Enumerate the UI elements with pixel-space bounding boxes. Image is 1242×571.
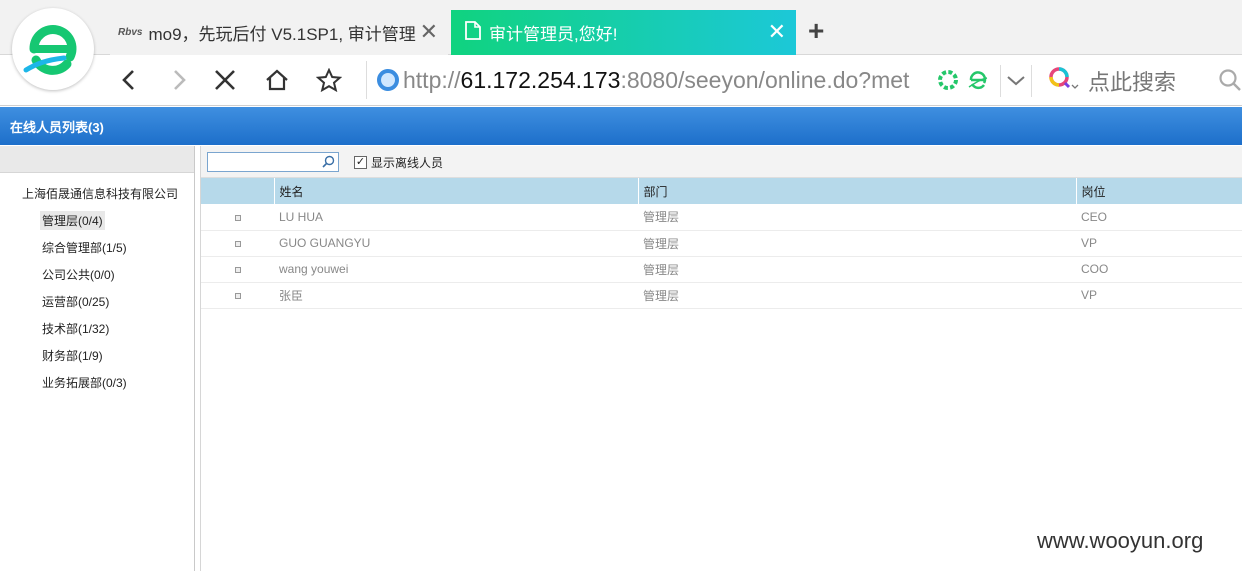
search-placeholder: 点此搜索	[1088, 70, 1177, 95]
accelerate-icon[interactable]	[937, 69, 959, 96]
search-engine-icon[interactable]	[1048, 65, 1080, 98]
tree-node-operations[interactable]: 运营部(0/25)	[40, 292, 111, 311]
cell-department: 管理层	[638, 282, 1076, 309]
column-header-department[interactable]: 部门	[638, 178, 1077, 204]
row-status-icon	[201, 230, 274, 257]
tab-title: mo9，先玩后付 V5.1SP1, 审计管理	[148, 25, 416, 44]
page-title-bar: 在线人员列表(3)	[0, 107, 1242, 145]
tree-node-finance[interactable]: 财务部(1/9)	[40, 346, 105, 365]
home-icon[interactable]	[260, 63, 294, 97]
org-tree-panel: 上海佰晟通信息科技有限公司 管理层(0/4) 综合管理部(1/5) 公司公共(0…	[0, 146, 195, 571]
row-status-icon	[201, 204, 274, 231]
tree-root-company[interactable]: 上海佰晟通信息科技有限公司	[22, 185, 178, 202]
search-icon[interactable]	[322, 155, 335, 173]
column-header-name[interactable]: 姓名	[274, 178, 639, 204]
column-header-icon[interactable]	[201, 178, 275, 204]
document-icon	[465, 20, 481, 45]
table-row[interactable]: LU HUA 管理层 CEO	[201, 204, 1242, 231]
browser-logo-icon	[12, 8, 94, 90]
watermark-text: www.wooyun.org	[1037, 528, 1204, 553]
table-row[interactable]: GUO GUANGYU 管理层 VP	[201, 230, 1242, 257]
close-icon[interactable]: ✕	[768, 21, 786, 43]
cell-name: GUO GUANGYU	[274, 230, 638, 257]
cell-department: 管理层	[638, 230, 1076, 257]
cell-name: 张臣	[274, 282, 638, 309]
back-icon[interactable]	[112, 63, 146, 97]
address-bar[interactable]: http://61.172.254.173:8080/seeyon/online…	[366, 61, 1002, 99]
online-users-panel: ✓ 显示离线人员 姓名 部门 岗位 LU HUA 管理层 CEO GUO GUA…	[200, 146, 1242, 571]
column-header-position[interactable]: 岗位	[1076, 178, 1242, 204]
close-icon[interactable]: ✕	[420, 21, 438, 43]
table-header-row: 姓名 部门 岗位	[201, 178, 1242, 204]
tree-node-management[interactable]: 管理层(0/4)	[40, 211, 105, 230]
tree-header	[0, 146, 194, 173]
new-tab-button[interactable]: +	[808, 16, 824, 46]
cell-position: COO	[1076, 256, 1242, 283]
row-status-icon	[201, 282, 274, 309]
online-users-table: 姓名 部门 岗位 LU HUA 管理层 CEO GUO GUANGYU 管理层 …	[201, 178, 1242, 309]
stop-icon[interactable]	[208, 63, 242, 97]
site-globe-icon	[377, 69, 399, 91]
user-search-input[interactable]	[207, 152, 339, 172]
url-text[interactable]: http://61.172.254.173:8080/seeyon/online…	[403, 67, 909, 94]
show-offline-label: 显示离线人员	[371, 156, 444, 170]
list-toolbar: ✓ 显示离线人员	[201, 146, 1242, 178]
forward-icon[interactable]	[162, 63, 196, 97]
star-icon[interactable]	[312, 63, 346, 97]
cell-department: 管理层	[638, 256, 1076, 283]
table-row[interactable]: 张臣 管理层 VP	[201, 282, 1242, 309]
browser-tab-2-active[interactable]: 审计管理员,您好! ✕	[451, 10, 796, 55]
browser-tab-bar: Rbvs mo9，先玩后付 V5.1SP1, 审计管理 ✕ 审计管理员,您好! …	[0, 0, 1242, 55]
cell-name: LU HUA	[274, 204, 638, 231]
browser-tab-1[interactable]: Rbvs mo9，先玩后付 V5.1SP1, 审计管理 ✕	[110, 10, 448, 55]
tree-node-technology[interactable]: 技术部(1/32)	[40, 319, 111, 338]
tree-node-public[interactable]: 公司公共(0/0)	[40, 265, 117, 284]
cell-position: VP	[1076, 230, 1242, 257]
show-offline-toggle[interactable]: ✓ 显示离线人员	[354, 154, 443, 171]
page-title: 在线人员列表(3)	[10, 119, 104, 135]
row-status-icon	[201, 256, 274, 283]
cell-name: wang youwei	[274, 256, 638, 283]
cell-department: 管理层	[638, 204, 1076, 231]
search-box[interactable]: 点此搜索	[1048, 64, 1242, 98]
tree-node-general-admin[interactable]: 综合管理部(1/5)	[40, 238, 129, 257]
show-offline-checkbox[interactable]: ✓	[354, 156, 367, 169]
cell-position: CEO	[1076, 204, 1242, 231]
search-icon[interactable]	[1218, 68, 1242, 97]
tab-favicon: Rbvs	[118, 27, 143, 38]
cell-position: VP	[1076, 282, 1242, 309]
chevron-down-icon[interactable]	[1000, 65, 1032, 97]
ie-compat-icon[interactable]	[967, 67, 989, 96]
tab-title: 审计管理员,您好!	[489, 25, 618, 44]
tree-node-business-dev[interactable]: 业务拓展部(0/3)	[40, 373, 129, 392]
browser-toolbar: http://61.172.254.173:8080/seeyon/online…	[0, 55, 1242, 106]
table-row[interactable]: wang youwei 管理层 COO	[201, 256, 1242, 283]
